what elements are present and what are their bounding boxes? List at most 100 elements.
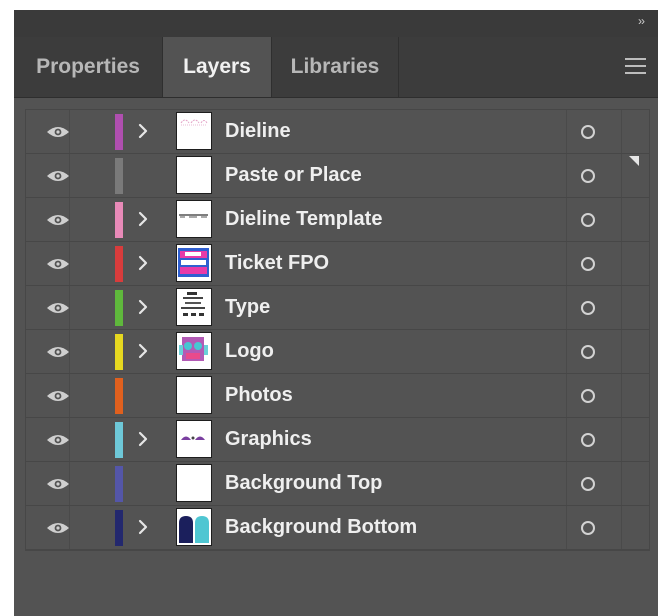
column-divider xyxy=(566,110,567,153)
target-circle-icon[interactable] xyxy=(581,213,595,227)
visibility-eye-icon[interactable] xyxy=(46,389,70,403)
target-circle-icon[interactable] xyxy=(581,125,595,139)
expand-chevron-icon[interactable] xyxy=(136,516,150,538)
layer-thumbnail xyxy=(176,332,212,370)
column-divider xyxy=(566,418,567,461)
layer-row[interactable]: Type xyxy=(26,286,649,330)
layer-thumbnail xyxy=(176,200,212,238)
column-divider xyxy=(621,462,622,505)
layers-panel: ›› Properties Layers Libraries Dieline Pa… xyxy=(14,10,658,616)
layer-row[interactable]: Background Top xyxy=(26,462,649,506)
column-divider xyxy=(69,286,70,329)
layer-color-swatch xyxy=(115,510,123,546)
visibility-eye-icon[interactable] xyxy=(46,213,70,227)
column-divider xyxy=(566,242,567,285)
visibility-eye-icon[interactable] xyxy=(46,477,70,491)
column-divider xyxy=(69,374,70,417)
hamburger-menu-icon[interactable] xyxy=(625,58,646,75)
column-divider xyxy=(621,242,622,285)
target-circle-icon[interactable] xyxy=(581,345,595,359)
layer-color-swatch xyxy=(115,202,123,238)
column-divider xyxy=(566,330,567,373)
column-divider xyxy=(566,154,567,197)
expand-chevron-icon[interactable] xyxy=(136,428,150,450)
layer-color-swatch xyxy=(115,422,123,458)
layer-color-swatch xyxy=(115,114,123,150)
layer-list: Dieline Paste or Place Dieline Template Tic… xyxy=(25,109,650,551)
tab-layers[interactable]: Layers xyxy=(163,37,272,97)
layer-row[interactable]: Ticket FPO xyxy=(26,242,649,286)
visibility-eye-icon[interactable] xyxy=(46,169,70,183)
expand-chevron-icon[interactable] xyxy=(136,252,150,274)
column-divider xyxy=(69,330,70,373)
visibility-eye-icon[interactable] xyxy=(46,521,70,535)
layer-thumbnail xyxy=(176,464,212,502)
column-divider xyxy=(621,286,622,329)
visibility-eye-icon[interactable] xyxy=(46,433,70,447)
expand-chevron-icon[interactable] xyxy=(136,208,150,230)
layer-thumbnail xyxy=(176,112,212,150)
layer-name[interactable]: Background Bottom xyxy=(225,506,417,549)
target-circle-icon[interactable] xyxy=(581,433,595,447)
layer-name[interactable]: Ticket FPO xyxy=(225,242,329,285)
visibility-eye-icon[interactable] xyxy=(46,345,70,359)
layer-row[interactable]: Paste or Place xyxy=(26,154,649,198)
target-circle-icon[interactable] xyxy=(581,477,595,491)
expand-chevron-icon[interactable] xyxy=(136,296,150,318)
column-divider xyxy=(69,462,70,505)
layer-row[interactable]: Dieline xyxy=(26,110,649,154)
layer-color-swatch xyxy=(115,466,123,502)
layer-color-swatch xyxy=(115,334,123,370)
layer-name[interactable]: Dieline xyxy=(225,110,291,153)
layer-row[interactable]: Background Bottom xyxy=(26,506,649,550)
layer-row[interactable]: Photos xyxy=(26,374,649,418)
panel-tab-bar: Properties Layers Libraries xyxy=(14,37,658,98)
layer-name[interactable]: Paste or Place xyxy=(225,154,362,197)
column-divider xyxy=(69,198,70,241)
target-circle-icon[interactable] xyxy=(581,169,595,183)
visibility-eye-icon[interactable] xyxy=(46,125,70,139)
target-circle-icon[interactable] xyxy=(581,389,595,403)
layer-name[interactable]: Logo xyxy=(225,330,274,373)
column-divider xyxy=(621,418,622,461)
target-circle-icon[interactable] xyxy=(581,257,595,271)
layer-thumbnail xyxy=(176,420,212,458)
column-divider xyxy=(69,110,70,153)
layer-row[interactable]: Graphics xyxy=(26,418,649,462)
layer-name[interactable]: Photos xyxy=(225,374,293,417)
column-divider xyxy=(69,154,70,197)
collapse-panel-icon[interactable]: ›› xyxy=(638,14,645,28)
layer-thumbnail xyxy=(176,508,212,546)
target-circle-icon[interactable] xyxy=(581,521,595,535)
column-divider xyxy=(69,418,70,461)
column-divider xyxy=(566,198,567,241)
layer-name[interactable]: Dieline Template xyxy=(225,198,382,241)
column-divider xyxy=(566,374,567,417)
layer-color-swatch xyxy=(115,246,123,282)
layer-name[interactable]: Graphics xyxy=(225,418,312,461)
column-divider xyxy=(566,506,567,549)
tab-properties[interactable]: Properties xyxy=(14,37,163,97)
layer-name[interactable]: Type xyxy=(225,286,270,329)
layer-row[interactable]: Dieline Template xyxy=(26,198,649,242)
column-divider xyxy=(566,286,567,329)
visibility-eye-icon[interactable] xyxy=(46,301,70,315)
column-divider xyxy=(621,110,622,153)
layer-row[interactable]: Logo xyxy=(26,330,649,374)
tab-libraries[interactable]: Libraries xyxy=(272,37,399,97)
column-divider xyxy=(566,462,567,505)
layer-thumbnail xyxy=(176,244,212,282)
layer-thumbnail xyxy=(176,156,212,194)
column-divider xyxy=(69,506,70,549)
column-divider xyxy=(621,506,622,549)
visibility-eye-icon[interactable] xyxy=(46,257,70,271)
panel-title-bar: ›› xyxy=(14,10,658,37)
column-divider xyxy=(621,198,622,241)
column-divider xyxy=(69,242,70,285)
expand-chevron-icon[interactable] xyxy=(136,340,150,362)
layer-name[interactable]: Background Top xyxy=(225,462,382,505)
target-circle-icon[interactable] xyxy=(581,301,595,315)
panel-corner-marker-icon xyxy=(629,156,639,166)
layer-color-swatch xyxy=(115,378,123,414)
expand-chevron-icon[interactable] xyxy=(136,120,150,142)
